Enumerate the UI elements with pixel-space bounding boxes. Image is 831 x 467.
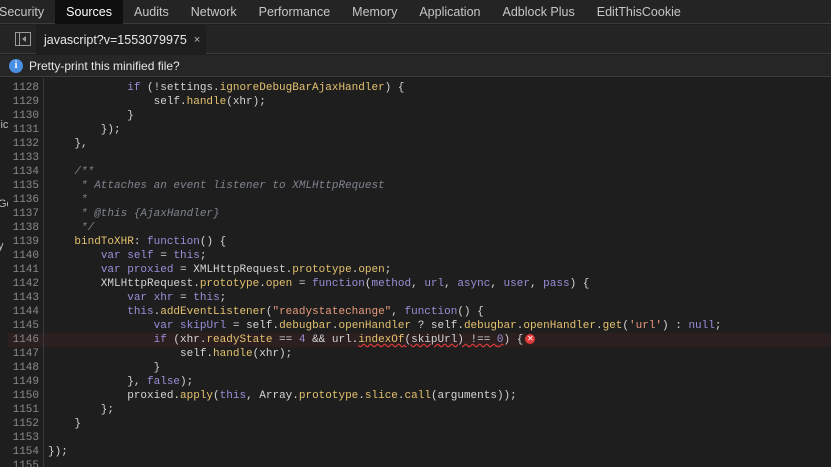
line-number[interactable]: 1149 [13, 375, 39, 389]
code-line[interactable]: }, [48, 137, 87, 151]
devtools-tabbar: Security Sources Audits Network Performance M… [0, 0, 831, 24]
line-number[interactable]: 1129 [13, 95, 39, 109]
code-line[interactable]: }); [48, 123, 121, 137]
tab-editthiscookie[interactable]: EditThisCookie [586, 0, 692, 24]
code-line[interactable]: }, false); [48, 375, 193, 389]
left-strip-text: Go [0, 198, 8, 210]
line-number[interactable]: 1135 [13, 179, 39, 193]
code-line[interactable]: self.handle(xhr); [48, 95, 266, 109]
close-icon[interactable]: × [194, 34, 200, 46]
code-editor[interactable]: 1128 1129 1130 1131 1132 1133 1134 1135 1136 1137… [8, 78, 831, 467]
code-line[interactable]: } [48, 417, 81, 431]
tab-adblock-plus[interactable]: Adblock Plus [491, 0, 585, 24]
code-line[interactable]: if (xhr.readyState == 4 && url.indexOf(s… [48, 333, 536, 347]
line-number[interactable]: 1136 [13, 193, 39, 207]
code-line[interactable]: * Attaches an event listener to XMLHttpR… [48, 179, 385, 193]
line-number[interactable]: 1139 [13, 235, 39, 249]
tab-sources[interactable]: Sources [55, 0, 124, 24]
line-number[interactable]: 1130 [13, 109, 39, 123]
line-number[interactable]: 1148 [13, 361, 39, 375]
line-number[interactable]: 1137 [13, 207, 39, 221]
line-number[interactable]: 1145 [13, 319, 39, 333]
line-number[interactable]: 1154 [13, 445, 39, 459]
line-number[interactable]: 1152 [13, 417, 39, 431]
tab-memory[interactable]: Memory [341, 0, 408, 24]
line-number[interactable]: 1150 [13, 389, 39, 403]
line-number-gutter[interactable]: 1128 1129 1130 1131 1132 1133 1134 1135 1136 1137… [8, 78, 44, 467]
line-number[interactable]: 1155 [13, 459, 39, 467]
line-number[interactable]: 1141 [13, 263, 39, 277]
code-line[interactable]: * [48, 193, 88, 207]
line-number[interactable]: 1133 [13, 151, 39, 165]
code-line[interactable]: bindToXHR: function() { [48, 235, 226, 249]
code-line[interactable]: self.handle(xhr); [48, 347, 292, 361]
tab-security[interactable]: Security [0, 0, 55, 24]
code-line[interactable]: }); [48, 445, 68, 459]
code-line[interactable]: this.addEventListener("readystatechange"… [48, 305, 484, 319]
line-number[interactable]: 1142 [13, 277, 39, 291]
line-number[interactable]: 1151 [13, 403, 39, 417]
file-tab-name: javascript?v=1553079975 [44, 32, 187, 47]
pretty-print-infobar: i Pretty-print this minified file? [0, 55, 831, 77]
left-panel-edge: lic Go y [0, 78, 8, 467]
code-line[interactable]: if (!settings.ignoreDebugBarAjaxHandler)… [48, 81, 404, 95]
toggle-navigator-icon[interactable] [15, 32, 31, 46]
line-number[interactable]: 1146 [13, 333, 39, 347]
code-line[interactable]: * @this {AjaxHandler} [48, 207, 220, 221]
tab-application[interactable]: Application [408, 0, 491, 24]
info-icon: i [9, 58, 23, 73]
code-line[interactable]: var skipUrl = self.debugbar.openHandler … [48, 319, 722, 333]
code-line[interactable]: var xhr = this; [48, 291, 226, 305]
line-number[interactable]: 1138 [13, 221, 39, 235]
file-tabbar: javascript?v=1553079975 × [0, 25, 831, 54]
code-line[interactable]: var self = this; [48, 249, 207, 263]
code-line[interactable]: XMLHttpRequest.prototype.open = function… [48, 277, 590, 291]
line-number[interactable]: 1144 [13, 305, 39, 319]
code-line[interactable]: }; [48, 403, 114, 417]
line-number[interactable]: 1147 [13, 347, 39, 361]
line-number[interactable]: 1128 [13, 81, 39, 95]
code-line[interactable]: */ [48, 221, 94, 235]
line-number[interactable]: 1140 [13, 249, 39, 263]
line-number[interactable]: 1143 [13, 291, 39, 305]
code-line[interactable]: } [48, 361, 161, 375]
code-line[interactable]: var proxied = XMLHttpRequest.prototype.o… [48, 263, 392, 277]
tab-audits[interactable]: Audits [123, 0, 180, 24]
file-tab[interactable]: javascript?v=1553079975 × [36, 25, 207, 54]
code-line[interactable]: } [48, 109, 134, 123]
left-strip-text: lic [0, 119, 8, 131]
line-number[interactable]: 1131 [13, 123, 39, 137]
infobar-message[interactable]: Pretty-print this minified file? [29, 59, 180, 73]
line-number[interactable]: 1134 [13, 165, 39, 179]
code-line[interactable]: /** [48, 165, 94, 179]
tab-network[interactable]: Network [180, 0, 248, 24]
line-number[interactable]: 1153 [13, 431, 39, 445]
line-number[interactable]: 1132 [13, 137, 39, 151]
left-strip-text: y [0, 240, 4, 252]
code-line[interactable]: proxied.apply(this, Array.prototype.slic… [48, 389, 517, 403]
error-icon[interactable]: ✕ [525, 334, 536, 345]
tab-performance[interactable]: Performance [248, 0, 342, 24]
